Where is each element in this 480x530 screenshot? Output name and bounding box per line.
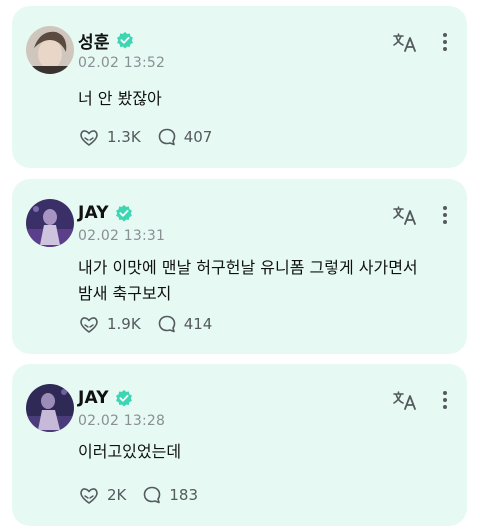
- post-text: 이러고있었는데: [78, 442, 182, 461]
- post-card[interactable]: JAY 02.02 13:28 이러고있었는데 2K 183: [12, 364, 467, 526]
- more-vertical-icon[interactable]: [442, 390, 448, 410]
- heart-hands-icon: [80, 130, 98, 146]
- post-timestamp: 02.02 13:28: [78, 413, 166, 429]
- author-name[interactable]: JAY: [78, 203, 109, 223]
- comment-bubble-icon: [158, 128, 176, 146]
- verified-badge-icon: [115, 204, 132, 222]
- more-vertical-icon[interactable]: [442, 32, 448, 52]
- post-card[interactable]: JAY 02.02 13:31 내가 이맛에 맨날 허구헌날 유니폼 그렇게 사…: [12, 179, 467, 354]
- post-feed: 성훈 02.02 13:52 너 안 봤잖아 1.3K 407 JAY 02.0…: [0, 0, 480, 530]
- post-text: 너 안 봤잖아: [78, 89, 162, 108]
- post-timestamp: 02.02 13:52: [78, 55, 166, 71]
- more-vertical-icon[interactable]: [442, 205, 448, 225]
- translate-icon[interactable]: [393, 390, 417, 410]
- comment-bubble-icon: [158, 315, 176, 333]
- author-row: JAY: [78, 202, 133, 224]
- comment-button[interactable]: 407: [157, 127, 213, 147]
- post-stats: 2K 183: [78, 485, 214, 505]
- comment-button[interactable]: 414: [157, 314, 213, 334]
- post-timestamp: 02.02 13:31: [78, 228, 166, 244]
- post-text: 내가 이맛에 맨날 허구헌날 유니폼 그렇게 사가면서 밤새 축구보지: [78, 258, 418, 303]
- like-button[interactable]: 1.3K: [78, 127, 141, 147]
- comment-count: 414: [183, 315, 213, 333]
- translate-icon[interactable]: [393, 205, 417, 225]
- comment-count: 183: [169, 486, 199, 504]
- like-count: 2K: [107, 486, 127, 504]
- avatar[interactable]: [26, 199, 74, 247]
- post-card[interactable]: 성훈 02.02 13:52 너 안 봤잖아 1.3K 407: [12, 6, 467, 168]
- avatar[interactable]: [26, 384, 74, 432]
- author-name[interactable]: JAY: [78, 388, 109, 408]
- avatar[interactable]: [26, 26, 74, 74]
- translate-icon[interactable]: [393, 32, 417, 52]
- comment-button[interactable]: 183: [142, 485, 198, 505]
- like-count: 1.9K: [107, 315, 141, 333]
- verified-badge-icon: [116, 31, 133, 49]
- comment-count: 407: [183, 128, 213, 146]
- heart-hands-icon: [80, 488, 98, 504]
- author-row: 성훈: [78, 28, 134, 53]
- heart-hands-icon: [80, 317, 98, 333]
- comment-bubble-icon: [144, 486, 161, 504]
- like-count: 1.3K: [107, 128, 141, 146]
- post-stats: 1.3K 407: [78, 127, 228, 147]
- post-stats: 1.9K 414: [78, 314, 228, 334]
- verified-badge-icon: [115, 389, 132, 407]
- author-row: JAY: [78, 387, 133, 409]
- author-name[interactable]: 성훈: [78, 28, 110, 53]
- like-button[interactable]: 2K: [78, 485, 126, 505]
- like-button[interactable]: 1.9K: [78, 314, 141, 334]
